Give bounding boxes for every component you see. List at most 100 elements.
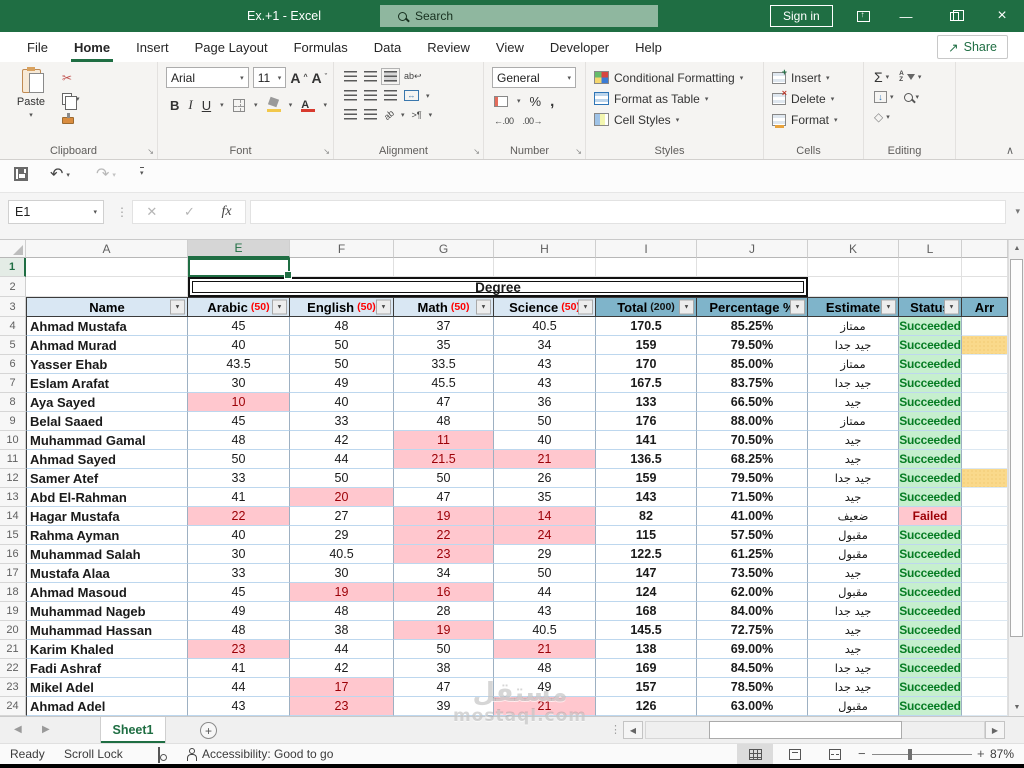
cell-science[interactable]: 24: [494, 526, 596, 545]
cell-percentage[interactable]: 66.50%: [697, 393, 808, 412]
cell-arabic[interactable]: 43.5: [188, 355, 290, 374]
cell-estimate[interactable]: جيد جدا: [808, 374, 899, 393]
cell-math[interactable]: 22: [394, 526, 494, 545]
cell-arr[interactable]: [962, 412, 1008, 431]
number-dialog-launcher[interactable]: ↘: [575, 147, 582, 156]
cell-status[interactable]: Succeeded: [899, 602, 962, 621]
cell-science[interactable]: 43: [494, 355, 596, 374]
table-header-math[interactable]: Math(50)▼: [394, 297, 494, 317]
cell-name[interactable]: Samer Atef: [26, 469, 188, 488]
row-header-11[interactable]: 11: [0, 450, 26, 469]
cell-math[interactable]: 16: [394, 583, 494, 602]
cell-total[interactable]: 136.5: [596, 450, 697, 469]
cell-percentage[interactable]: 41.00%: [697, 507, 808, 526]
filter-dropdown-icon[interactable]: ▼: [376, 300, 391, 315]
cell-arabic[interactable]: 30: [188, 545, 290, 564]
cell-arr[interactable]: [962, 621, 1008, 640]
filter-dropdown-icon[interactable]: ▼: [170, 300, 185, 315]
cell-empty[interactable]: [26, 277, 188, 297]
cell-name[interactable]: Ahmad Adel: [26, 697, 188, 716]
zoom-in-button[interactable]: +: [977, 746, 985, 761]
cell-status[interactable]: Succeeded: [899, 621, 962, 640]
next-sheet-icon[interactable]: ▶: [42, 724, 50, 735]
cell-english[interactable]: 40: [290, 393, 394, 412]
orientation-icon[interactable]: ab: [382, 107, 396, 121]
row-header-1[interactable]: 1: [0, 258, 26, 277]
format-cells-button[interactable]: Format ▾: [772, 109, 857, 130]
cell-arabic[interactable]: 41: [188, 659, 290, 678]
cell-math[interactable]: 47: [394, 678, 494, 697]
cell-status[interactable]: Succeeded: [899, 583, 962, 602]
cell-arr[interactable]: [962, 697, 1008, 716]
cell-arr[interactable]: [962, 336, 1008, 355]
selected-cell-E1[interactable]: [188, 258, 290, 277]
align-center-icon[interactable]: [364, 90, 377, 101]
filter-dropdown-icon[interactable]: ▼: [578, 300, 593, 315]
cell-arr[interactable]: [962, 450, 1008, 469]
cell-arabic[interactable]: 48: [188, 621, 290, 640]
cell-empty[interactable]: [962, 258, 1008, 277]
tab-data[interactable]: Data: [361, 32, 414, 62]
vertical-scroll-thumb[interactable]: [1010, 259, 1023, 637]
cell-english[interactable]: 50: [290, 469, 394, 488]
cell-total[interactable]: 170: [596, 355, 697, 374]
zoom-out-button[interactable]: −: [858, 746, 866, 761]
percent-style-button[interactable]: %: [530, 94, 542, 109]
cell-english[interactable]: 44: [290, 640, 394, 659]
cell-status[interactable]: Succeeded: [899, 488, 962, 507]
cell-english[interactable]: 30: [290, 564, 394, 583]
filter-dropdown-icon[interactable]: ▼: [790, 300, 805, 315]
cell-arr[interactable]: [962, 564, 1008, 583]
format-painter-button[interactable]: [62, 112, 80, 128]
cell-name[interactable]: Mikel Adel: [26, 678, 188, 697]
conditional-formatting-button[interactable]: Conditional Formatting ▾: [594, 67, 757, 88]
cell-math[interactable]: 37: [394, 317, 494, 336]
row-header-3[interactable]: 3: [0, 297, 26, 317]
cell-percentage[interactable]: 88.00%: [697, 412, 808, 431]
cell-estimate[interactable]: ممتاز: [808, 355, 899, 374]
cell-arr[interactable]: [962, 640, 1008, 659]
cell-arr[interactable]: [962, 469, 1008, 488]
cell-arr[interactable]: [962, 393, 1008, 412]
zoom-slider-handle[interactable]: [908, 749, 912, 760]
format-as-table-button[interactable]: Format as Table ▾: [594, 88, 757, 109]
close-button[interactable]: ×: [984, 0, 1020, 32]
cell-status[interactable]: Succeeded: [899, 393, 962, 412]
cell-estimate[interactable]: ضعيف: [808, 507, 899, 526]
cell-science[interactable]: 49: [494, 678, 596, 697]
cell-status[interactable]: Succeeded: [899, 412, 962, 431]
zoom-level[interactable]: 87%: [990, 747, 1014, 761]
borders-icon[interactable]: [233, 99, 245, 112]
cell-estimate[interactable]: جيد جدا: [808, 678, 899, 697]
font-size-select[interactable]: 11▾: [253, 67, 287, 88]
cell-arr[interactable]: [962, 545, 1008, 564]
cell-status[interactable]: Succeeded: [899, 450, 962, 469]
collapse-ribbon-button[interactable]: ∧: [1006, 144, 1014, 157]
cell-english[interactable]: 33: [290, 412, 394, 431]
accessibility-status[interactable]: Accessibility: Good to go: [202, 747, 333, 761]
row-header-5[interactable]: 5: [0, 336, 26, 355]
cell-english[interactable]: 50: [290, 336, 394, 355]
cell-science[interactable]: 26: [494, 469, 596, 488]
table-header-science[interactable]: Science(50)▼: [494, 297, 596, 317]
cell-english[interactable]: 23: [290, 697, 394, 716]
cell-estimate[interactable]: جيد: [808, 488, 899, 507]
cell-science[interactable]: 21: [494, 450, 596, 469]
expand-formula-bar-button[interactable]: ▾: [1015, 206, 1020, 217]
cell-estimate[interactable]: مقبول: [808, 697, 899, 716]
cell-arabic[interactable]: 50: [188, 450, 290, 469]
table-header-name[interactable]: Name▼: [26, 297, 188, 317]
cell-percentage[interactable]: 73.50%: [697, 564, 808, 583]
tab-page-layout[interactable]: Page Layout: [182, 32, 281, 62]
row-header-7[interactable]: 7: [0, 374, 26, 393]
cell-status[interactable]: Succeeded: [899, 526, 962, 545]
cell-total[interactable]: 157: [596, 678, 697, 697]
cell-status[interactable]: Failed: [899, 507, 962, 526]
cell-arr[interactable]: [962, 355, 1008, 374]
cell-science[interactable]: 50: [494, 412, 596, 431]
cell-name[interactable]: Muhammad Nageb: [26, 602, 188, 621]
name-box[interactable]: E1 ▾: [8, 200, 104, 224]
cell-total[interactable]: 141: [596, 431, 697, 450]
undo-button[interactable]: ↶▾: [50, 167, 70, 183]
cell-science[interactable]: 40.5: [494, 621, 596, 640]
